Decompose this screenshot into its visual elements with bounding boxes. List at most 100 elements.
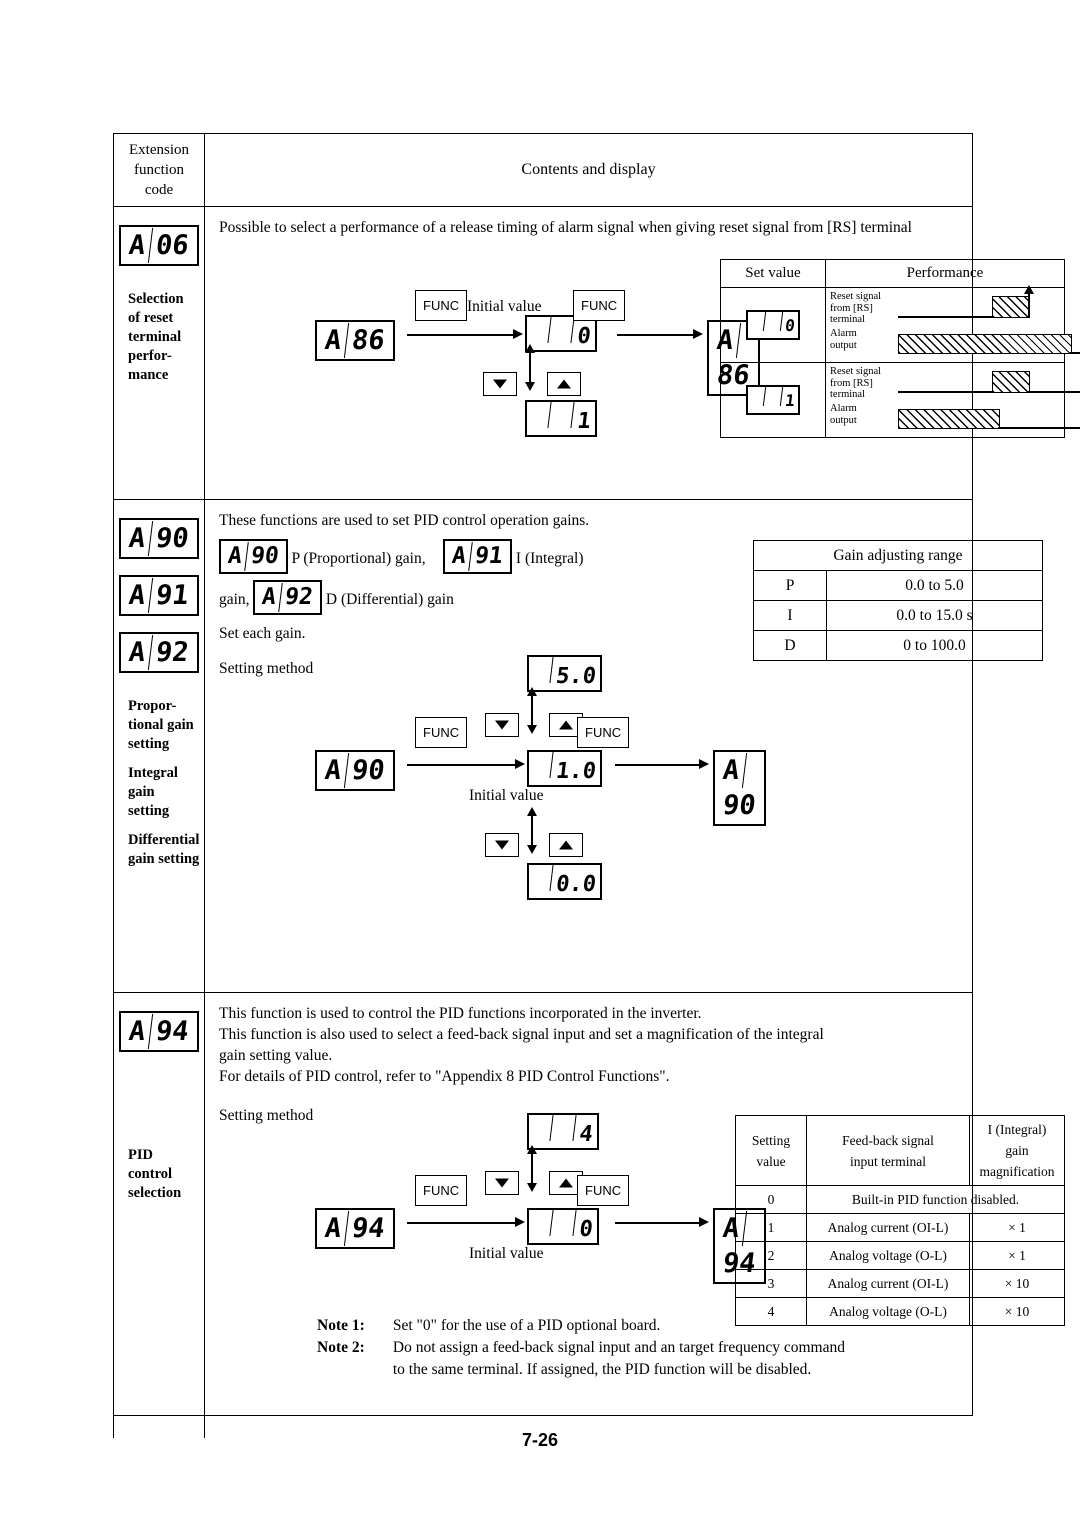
down-key[interactable]	[483, 372, 517, 396]
d-gain-text: D (Differential) gain	[325, 591, 454, 608]
header-contents-label: Contents and display	[521, 161, 656, 178]
pid-selection-table: Setting value Feed-back signal input ter…	[735, 1115, 1065, 1326]
label-line: perfor-	[128, 348, 172, 364]
label-line: Differential	[128, 832, 200, 848]
func-key-left[interactable]: FUNC	[415, 717, 468, 748]
flow-code-left: A 86	[315, 320, 395, 361]
row-a06-content-cell: Possible to select a performance of a re…	[204, 206, 1080, 500]
gain-range-table: Gain adjusting range P 0.0 to 5.0 I 0.0 to…	[753, 540, 1043, 661]
perf-label: output	[830, 414, 857, 426]
code-a06: A 06	[119, 225, 199, 266]
table-row: A 06 Selection of reset terminal perfor- …	[113, 206, 1080, 500]
row-a94-label: PID control selection	[114, 1076, 204, 1203]
label-line: terminal	[128, 329, 182, 345]
code-a91: A 91	[119, 575, 199, 616]
header-contents-cell: Contents and display	[204, 133, 973, 207]
value-display-top: 5.0	[527, 655, 602, 692]
perf-value-0: 0	[746, 310, 800, 340]
func-key-right[interactable]: FUNC	[577, 1175, 630, 1206]
header-code-line3: code	[144, 182, 174, 198]
row-a06-label: Selection of reset terminal perfor- manc…	[114, 290, 204, 385]
down-key[interactable]	[485, 713, 519, 737]
note-tag: Note 1:	[317, 1317, 365, 1334]
setting-flow-a90: 5.0 A90 FUNC 1.0 FUNC A90 Initial value	[315, 655, 766, 900]
label-line: control	[128, 1166, 173, 1182]
gain-key: D	[753, 630, 827, 661]
note-text: to the same terminal. If assigned, the P…	[392, 1361, 812, 1378]
perf-header-performance: Performance	[825, 259, 1065, 288]
inline-code-a91: A 91	[443, 539, 513, 574]
initial-value-label: Initial value	[467, 298, 542, 315]
perf-label: terminal	[830, 389, 865, 400]
inline-code-a92: A 92	[253, 580, 322, 615]
pid-header-line: I (Integral) gain	[987, 1122, 1047, 1158]
pid-magnification: × 1	[969, 1213, 1065, 1242]
label-line: tional gain	[128, 717, 194, 733]
initial-value-label: Initial value	[469, 787, 544, 804]
code-a92: A 92	[119, 632, 199, 673]
perf-value-1: 1	[746, 385, 800, 415]
perf-header-setvalue: Set value	[720, 259, 826, 288]
performance-table: Set value Performance 0 Reset signal fro…	[720, 259, 1080, 438]
value-display-current: 1.0	[527, 750, 602, 787]
perf-label: Alarm	[830, 328, 857, 339]
func-key-left[interactable]: FUNC	[415, 1175, 468, 1206]
note-text: Do not assign a feed-back signal input a…	[392, 1339, 845, 1356]
pid-header-line: Feed-back signal	[842, 1132, 934, 1148]
notes-block: Note 1: Set "0" for the use of a PID opt…	[317, 1315, 845, 1381]
setting-flow-a94: 4 A 94 FUNC 0 FUNC A94 Initial value	[315, 1113, 766, 1293]
label-line: selection	[128, 1185, 182, 1201]
row-a90-intro: These functions are used to set PID cont…	[219, 512, 590, 529]
pid-value: 1	[735, 1213, 807, 1242]
pid-magnification: × 1	[969, 1241, 1065, 1270]
table-header-row: Extension function code Contents and dis…	[113, 133, 973, 207]
label-line: setting	[128, 736, 170, 752]
perf-diagram-1: Reset signal from [RS] terminal Alarm ou…	[825, 362, 1080, 438]
pid-magnification: × 10	[969, 1269, 1065, 1298]
up-key[interactable]	[547, 372, 581, 396]
down-key-2[interactable]	[485, 833, 519, 857]
pid-header-setting-value: Setting value	[735, 1115, 807, 1186]
label-line: Integral	[128, 765, 178, 781]
up-key-2[interactable]	[549, 833, 583, 857]
a94-line2: This function is also used to select a f…	[219, 1026, 824, 1043]
i-gain-text: I (Integral)	[515, 550, 584, 567]
perf-label: from [RS]	[830, 377, 873, 389]
label-line: of reset	[128, 310, 174, 326]
setting-flow-a06: A 86 FUNC Initial value 0 FUNC A86 1	[315, 282, 760, 452]
perf-label: Reset signal	[830, 291, 882, 302]
row-a06-description: Possible to select a performance of a re…	[219, 219, 912, 236]
header-code-cell: Extension function code	[113, 133, 205, 207]
pid-magnification: × 10	[969, 1297, 1065, 1326]
code-a94: A 94	[119, 1011, 199, 1052]
inline-code-a90: A 90	[219, 539, 288, 574]
header-code-line1: Extension	[129, 142, 189, 158]
label-line: setting	[128, 803, 170, 819]
value-display-top: 4	[527, 1113, 599, 1150]
label-line: PID	[128, 1147, 153, 1163]
pid-row: 3 Analog current (OI-L) × 10	[735, 1269, 1065, 1298]
value-display-current: 0	[527, 1208, 599, 1245]
value-display-bottom: 0.0	[527, 863, 602, 900]
row-a90-code-cell: A 90 A 91 A 92 Propor- tional gain setting …	[113, 499, 205, 993]
label-line: gain setting	[128, 851, 200, 867]
label-line: gain	[128, 784, 155, 800]
initial-value-label: Initial value	[469, 1245, 544, 1262]
pid-terminal: Analog current (OI-L)	[806, 1213, 970, 1242]
a94-line4: For details of PID control, refer to "Ap…	[219, 1068, 670, 1085]
down-key[interactable]	[485, 1171, 519, 1195]
func-key-right[interactable]: FUNC	[577, 717, 630, 748]
gain-key: I	[753, 600, 827, 631]
p-gain-text: P (Proportional) gain,	[291, 550, 426, 567]
pid-terminal: Built-in PID function disabled.	[806, 1185, 1065, 1214]
pid-header-line: input terminal	[849, 1153, 927, 1169]
row-a94-code-cell: A 94 PID control selection	[113, 992, 205, 1416]
func-key-left[interactable]: FUNC	[415, 290, 468, 321]
a94-line1: This function is used to control the PID…	[219, 1005, 702, 1022]
code-a90: A 90	[119, 518, 199, 559]
label-line: Selection	[128, 291, 184, 307]
perf-label: from [RS]	[830, 302, 873, 314]
gain-range: 0.0 to 15.0 s	[826, 600, 1043, 631]
note-tag: Note 2:	[317, 1339, 365, 1356]
func-key-right[interactable]: FUNC	[573, 290, 626, 321]
